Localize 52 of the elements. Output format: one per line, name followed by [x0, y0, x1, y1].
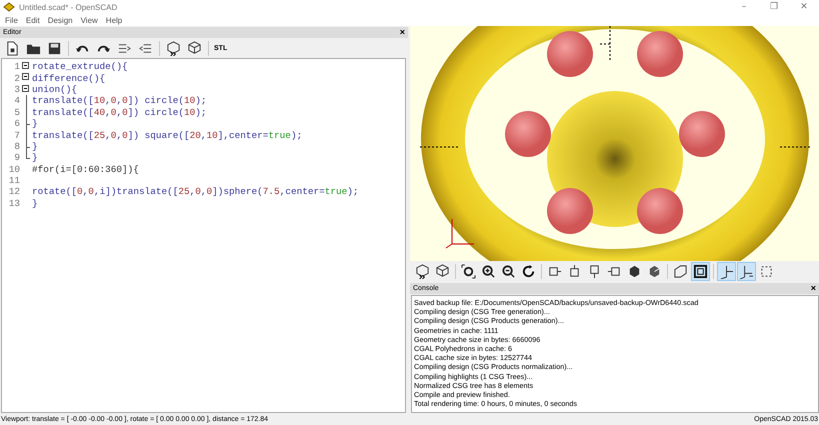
- code-line: #for(i=[0:60:360]){: [32, 164, 139, 175]
- new-file-icon[interactable]: [5, 40, 20, 56]
- line-number: 10: [8, 164, 21, 175]
- reset-icon[interactable]: [521, 264, 536, 279]
- line-number: 1: [13, 61, 21, 72]
- menu-item[interactable]: Design: [48, 16, 73, 24]
- code-line: }: [32, 198, 38, 209]
- line-number: 6: [13, 118, 21, 130]
- window-title: Untitled.scad* - OpenSCAD: [19, 2, 118, 12]
- code-line: translate([40,0,0]) circle(10);: [32, 106, 207, 118]
- zoom-out-icon[interactable]: [501, 264, 516, 279]
- line-number: 2: [13, 72, 21, 84]
- perspective-box-icon[interactable]: [673, 264, 688, 279]
- cube-icon[interactable]: [187, 40, 202, 56]
- line-number: 13: [8, 198, 21, 209]
- close-button[interactable]: ×: [400, 28, 405, 37]
- code-line: }: [32, 118, 38, 130]
- menu-item[interactable]: Help: [106, 16, 122, 24]
- line-number: 12: [8, 186, 21, 198]
- cube-icon[interactable]: [435, 264, 450, 279]
- code-line: difference(){: [32, 72, 106, 84]
- line-number: 9: [13, 152, 21, 164]
- frame-icon[interactable]: [693, 264, 708, 279]
- fold-marker-icon[interactable]: [22, 73, 29, 80]
- code-line: }: [32, 140, 38, 152]
- dotted-square-icon[interactable]: [759, 264, 774, 279]
- zoom-frame-icon[interactable]: [461, 264, 476, 279]
- code-line: rotate([0,0,i])translate([25,0,0])sphere(7.5,center=true);: [32, 186, 358, 198]
- line-number: 11: [8, 175, 21, 186]
- line-number: 3: [13, 84, 21, 95]
- line-number: 8: [13, 140, 21, 152]
- cube-arrows-icon[interactable]: [415, 264, 430, 279]
- code-line: union(){: [32, 84, 78, 95]
- code-line: rotate_extrude(){: [32, 61, 128, 72]
- zoom-in-icon[interactable]: [481, 264, 496, 279]
- solid-cube-icon[interactable]: [647, 264, 662, 279]
- axes-icon[interactable]: [719, 264, 734, 279]
- code-line: translate([10,0,0]) circle(10);: [32, 95, 207, 106]
- close-button[interactable]: ×: [810, 284, 816, 293]
- fold-marker-icon[interactable]: [22, 84, 29, 92]
- fold-marker-icon[interactable]: [22, 62, 29, 69]
- menu-item[interactable]: Edit: [26, 16, 40, 24]
- code-line: translate([25,0,0]) square([20,10],center=true);: [32, 130, 302, 141]
- axes-scale-icon[interactable]: [739, 264, 754, 279]
- code-line: }: [32, 152, 38, 164]
- line-number: 4: [13, 95, 21, 106]
- menu-item[interactable]: View: [80, 16, 98, 24]
- line-number: 7: [13, 130, 21, 141]
- solid-cube-icon[interactable]: [627, 264, 642, 279]
- line-number: 5: [13, 106, 21, 118]
- menu-item[interactable]: File: [5, 16, 18, 24]
- cube-arrows-icon[interactable]: [166, 40, 181, 56]
